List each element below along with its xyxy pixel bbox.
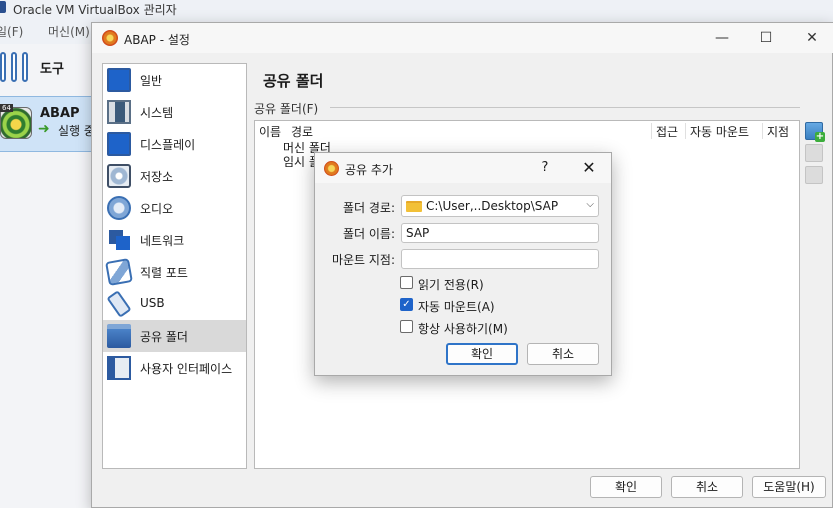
- permanent-checkbox[interactable]: [400, 320, 413, 333]
- readonly-label: 읽기 전용(R): [418, 278, 484, 292]
- nav-item-system[interactable]: 시스템: [103, 96, 246, 128]
- vm-arch-badge: 64: [0, 104, 13, 112]
- manager-sidebar: 도구 64 ABAP ➜ 실행 중: [0, 44, 95, 508]
- nav-label: 디스플레이: [140, 138, 196, 152]
- menu-file[interactable]: 일(F): [0, 23, 23, 40]
- nav-label: 시스템: [140, 106, 174, 120]
- manager-titlebar: Oracle VM VirtualBox 관리자: [0, 0, 833, 18]
- edit-shared-folder-button[interactable]: [805, 144, 823, 162]
- folder-name-label: 폴더 이름:: [342, 227, 395, 241]
- column-separator: [685, 123, 686, 139]
- chevron-down-icon[interactable]: ⌵: [586, 199, 594, 210]
- folder-name-input[interactable]: SAP: [401, 223, 599, 243]
- column-header-access[interactable]: 접근: [656, 123, 678, 140]
- settings-app-icon: [102, 30, 118, 46]
- nav-label: USB: [140, 296, 165, 310]
- shared-folders-group-label: 공유 폴더(F): [254, 102, 319, 116]
- column-header-path[interactable]: 경로: [291, 123, 313, 140]
- help-button[interactable]: 도움말(H): [752, 476, 826, 498]
- vm-state: 실행 중: [58, 124, 95, 138]
- remove-shared-folder-button[interactable]: [805, 166, 823, 184]
- nav-label: 일반: [140, 74, 163, 88]
- display-icon: [107, 132, 131, 156]
- folder-path-combobox[interactable]: C:\User,..Desktop\SAP ⌵: [401, 195, 599, 217]
- nav-item-usb[interactable]: USB: [103, 288, 246, 320]
- column-header-automount[interactable]: 자동 마운트: [690, 123, 749, 140]
- add-share-titlebar: 공유 추가 ? ✕: [315, 153, 611, 183]
- group-divider: [330, 107, 800, 108]
- close-icon[interactable]: ✕: [579, 159, 599, 177]
- nav-label: 공유 폴더: [140, 330, 188, 344]
- nav-label: 오디오: [140, 202, 174, 216]
- mount-point-label: 마운트 지점:: [331, 253, 395, 267]
- column-separator: [762, 123, 763, 139]
- tools-label: 도구: [40, 62, 64, 77]
- permanent-label: 항상 사용하기(M): [418, 322, 508, 336]
- usb-icon: [106, 290, 132, 318]
- shared-folder-icon: [107, 324, 131, 348]
- chip-icon: [107, 100, 131, 124]
- virtualbox-logo-icon: [0, 1, 6, 13]
- add-share-cancel-button[interactable]: 취소: [527, 343, 599, 365]
- nav-label: 저장소: [140, 170, 174, 184]
- page-title: 공유 폴더: [263, 72, 324, 90]
- maximize-button[interactable]: ☐: [756, 29, 776, 47]
- add-share-title: 공유 추가: [345, 163, 393, 177]
- menu-machine[interactable]: 머신(M): [48, 23, 90, 40]
- cancel-button[interactable]: 취소: [671, 476, 743, 498]
- add-share-ok-button[interactable]: 확인: [446, 343, 518, 365]
- settings-title: ABAP - 설정: [124, 33, 190, 47]
- mount-point-input[interactable]: [401, 249, 599, 269]
- close-button[interactable]: ✕: [802, 29, 822, 47]
- folder-icon: [406, 201, 422, 212]
- folder-path-value: C:\User,..Desktop\SAP: [426, 199, 559, 213]
- nav-label: 네트워크: [140, 234, 185, 248]
- storage-icon: [107, 164, 131, 188]
- network-icon: [107, 228, 131, 252]
- automount-checkbox[interactable]: ✓: [400, 298, 413, 311]
- settings-nav: 일반 시스템 디스플레이 저장소 오디오 네트워크 직렬 포트 USB 공유 폴…: [102, 63, 247, 469]
- nav-item-general[interactable]: 일반: [103, 64, 246, 96]
- ok-button[interactable]: 확인: [590, 476, 662, 498]
- running-arrow-icon: ➜: [38, 121, 50, 137]
- automount-label: 자동 마운트(A): [418, 300, 495, 314]
- nav-item-display[interactable]: 디스플레이: [103, 128, 246, 160]
- user-interface-icon: [107, 356, 131, 380]
- nav-item-network[interactable]: 네트워크: [103, 224, 246, 256]
- nav-label: 사용자 인터페이스: [140, 362, 233, 376]
- add-share-app-icon: [324, 161, 339, 176]
- nav-item-audio[interactable]: 오디오: [103, 192, 246, 224]
- nav-item-serial-port[interactable]: 직렬 포트: [103, 256, 246, 288]
- nav-item-storage[interactable]: 저장소: [103, 160, 246, 192]
- manager-title: Oracle VM VirtualBox 관리자: [13, 3, 177, 17]
- audio-icon: [107, 196, 131, 220]
- nav-item-user-interface[interactable]: 사용자 인터페이스: [103, 352, 246, 384]
- vm-list-item-abap[interactable]: 64 ABAP ➜ 실행 중: [0, 96, 95, 152]
- vm-name: ABAP: [40, 106, 80, 121]
- column-header-name[interactable]: 이름: [259, 123, 281, 140]
- help-icon[interactable]: ?: [537, 159, 553, 177]
- tools-icon: [0, 52, 32, 82]
- general-icon: [107, 68, 131, 92]
- minimize-button[interactable]: —: [712, 29, 732, 47]
- nav-label: 직렬 포트: [140, 266, 188, 280]
- column-separator: [651, 123, 652, 139]
- serial-port-icon: [105, 258, 133, 286]
- add-share-dialog: 공유 추가 ? ✕ 폴더 경로: C:\User,..Desktop\SAP ⌵…: [314, 152, 612, 376]
- nav-item-shared-folders[interactable]: 공유 폴더: [103, 320, 246, 352]
- column-header-at[interactable]: 지점: [767, 123, 789, 140]
- tools-item[interactable]: 도구: [0, 44, 95, 90]
- add-shared-folder-button[interactable]: +: [805, 122, 825, 142]
- readonly-checkbox[interactable]: [400, 276, 413, 289]
- settings-titlebar: ABAP - 설정 — ☐ ✕: [92, 23, 833, 53]
- folder-path-label: 폴더 경로:: [342, 201, 395, 215]
